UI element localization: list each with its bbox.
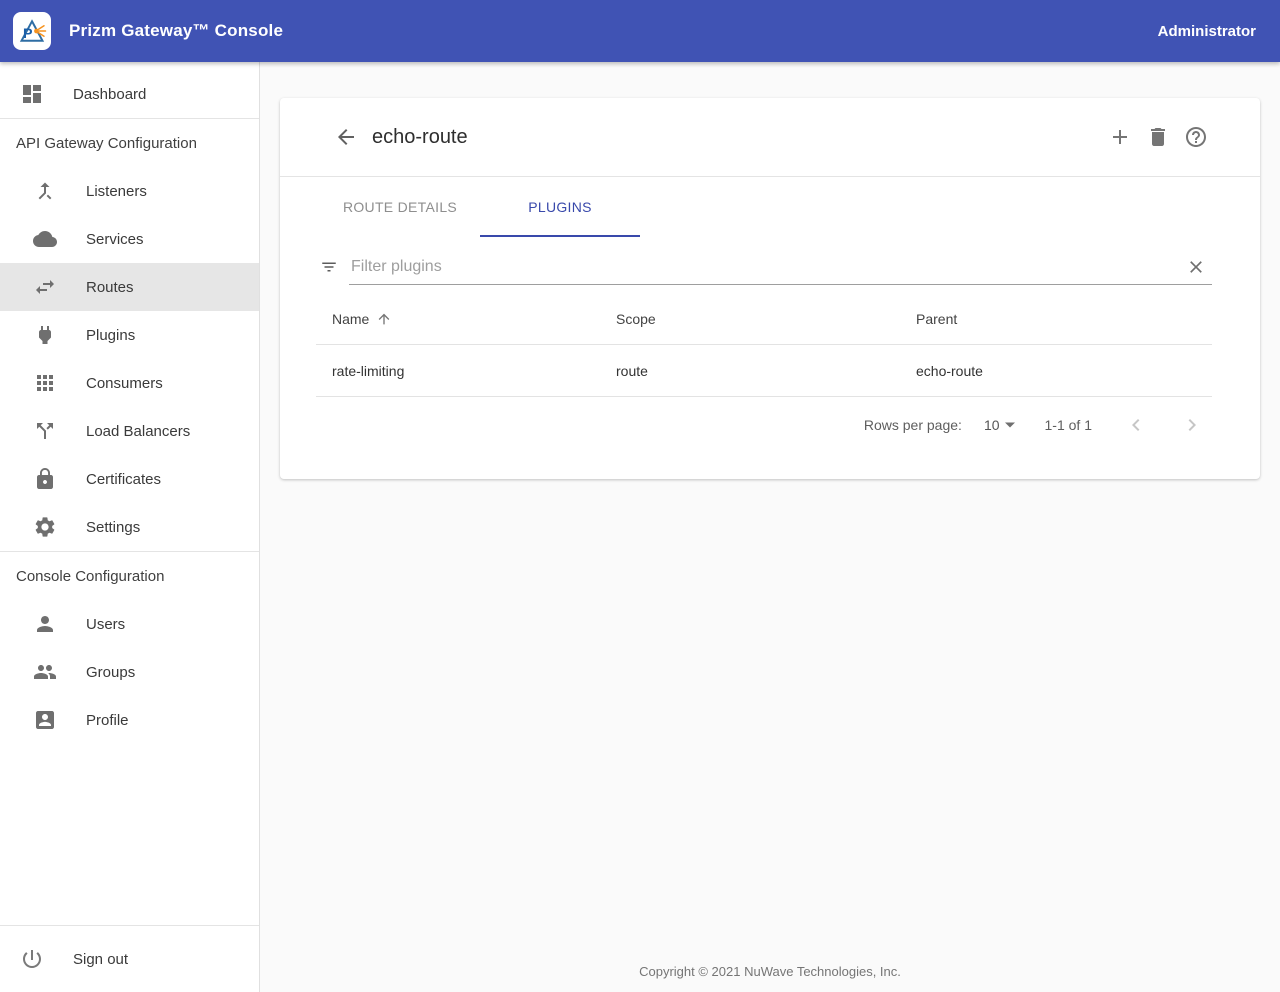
clear-filter-button[interactable] xyxy=(1186,257,1206,277)
help-icon xyxy=(1184,125,1208,149)
delete-route-button[interactable] xyxy=(1146,125,1170,149)
back-button[interactable] xyxy=(334,125,358,149)
tab-bar: ROUTE DETAILS PLUGINS xyxy=(280,177,1260,237)
sidebar-section-api-gateway: API Gateway Configuration xyxy=(0,119,259,167)
sidebar-item-routes[interactable]: Routes xyxy=(0,263,259,311)
topbar: P Prizm Gateway™ Console Administrator xyxy=(0,0,1280,62)
user-menu[interactable]: Administrator xyxy=(1158,23,1256,40)
app-root: P Prizm Gateway™ Console Administrator D… xyxy=(0,0,1280,992)
tab-route-details[interactable]: ROUTE DETAILS xyxy=(320,177,480,237)
rows-per-page-value: 10 xyxy=(984,417,1000,433)
dashboard-icon xyxy=(20,82,44,106)
sign-out-label: Sign out xyxy=(73,951,128,968)
close-icon xyxy=(1186,257,1206,277)
sidebar-item-dashboard[interactable]: Dashboard xyxy=(0,70,259,118)
sidebar-item-label: Dashboard xyxy=(73,86,146,103)
trash-icon xyxy=(1146,125,1170,149)
sidebar-item-label: Settings xyxy=(86,519,140,536)
sidebar-section-console: Console Configuration xyxy=(0,552,259,600)
sidebar-item-label: Profile xyxy=(86,712,129,729)
cell-name: rate-limiting xyxy=(316,363,616,379)
page-range-label: 1-1 of 1 xyxy=(1045,417,1092,433)
table-header-row: Name Scope Parent xyxy=(316,293,1212,345)
paginator: Rows per page: 10 1-1 of 1 xyxy=(280,397,1260,453)
apps-grid-icon xyxy=(33,371,57,395)
cell-scope: route xyxy=(616,363,916,379)
sidebar-item-label: Load Balancers xyxy=(86,423,190,440)
app-logo: P xyxy=(13,12,51,50)
sidebar-item-plugins[interactable]: Plugins xyxy=(0,311,259,359)
filter-row xyxy=(280,237,1260,293)
sidebar-item-label: Services xyxy=(86,231,144,248)
sidebar-item-services[interactable]: Services xyxy=(0,215,259,263)
gear-icon xyxy=(33,515,57,539)
contact-card-icon xyxy=(33,708,57,732)
sidebar-item-users[interactable]: Users xyxy=(0,600,259,648)
rows-per-page-label: Rows per page: xyxy=(864,417,962,433)
call-split-icon xyxy=(33,419,57,443)
caret-down-icon xyxy=(1005,420,1015,430)
column-header-scope[interactable]: Scope xyxy=(616,311,916,327)
power-icon xyxy=(20,947,44,971)
sidebar-item-label: Certificates xyxy=(86,471,161,488)
swap-arrows-icon xyxy=(33,275,57,299)
sidebar-item-label: Groups xyxy=(86,664,135,681)
sidebar-item-settings[interactable]: Settings xyxy=(0,503,259,551)
help-button[interactable] xyxy=(1184,125,1208,149)
tab-plugins[interactable]: PLUGINS xyxy=(480,177,640,237)
app-body: Dashboard API Gateway Configuration List… xyxy=(0,62,1280,992)
person-icon xyxy=(33,612,57,636)
sidebar-item-listeners[interactable]: Listeners xyxy=(0,167,259,215)
sidebar-item-label: Plugins xyxy=(86,327,135,344)
sidebar: Dashboard API Gateway Configuration List… xyxy=(0,62,260,992)
plugins-table: Name Scope Parent rate-limiting route ec… xyxy=(316,293,1212,397)
rows-per-page-select[interactable]: 10 xyxy=(984,417,1015,433)
column-header-name[interactable]: Name xyxy=(316,311,616,327)
sidebar-spacer xyxy=(0,744,259,925)
sidebar-item-load-balancers[interactable]: Load Balancers xyxy=(0,407,259,455)
copyright-footer: Copyright © 2021 NuWave Technologies, In… xyxy=(260,964,1280,992)
sidebar-item-label: Listeners xyxy=(86,183,147,200)
table-row[interactable]: rate-limiting route echo-route xyxy=(316,345,1212,397)
cloud-icon xyxy=(33,227,57,251)
next-page-button[interactable] xyxy=(1180,413,1204,437)
lock-icon xyxy=(33,467,57,491)
main-content: echo-route ROUTE xyxy=(260,62,1280,992)
filter-icon xyxy=(320,258,338,276)
sidebar-item-label: Consumers xyxy=(86,375,163,392)
app-title: Prizm Gateway™ Console xyxy=(69,21,283,41)
route-title: echo-route xyxy=(372,126,468,149)
sidebar-item-groups[interactable]: Groups xyxy=(0,648,259,696)
cell-parent: echo-route xyxy=(916,363,1212,379)
filter-field xyxy=(349,257,1212,285)
column-header-parent[interactable]: Parent xyxy=(916,311,1212,327)
sidebar-item-label: Routes xyxy=(86,279,134,296)
chevron-right-icon xyxy=(1180,413,1204,437)
call-merge-icon xyxy=(33,179,57,203)
svg-text:P: P xyxy=(23,26,33,42)
sidebar-item-profile[interactable]: Profile xyxy=(0,696,259,744)
chevron-left-icon xyxy=(1124,413,1148,437)
filter-plugins-input[interactable] xyxy=(349,257,1186,277)
add-plugin-button[interactable] xyxy=(1108,125,1132,149)
previous-page-button[interactable] xyxy=(1124,413,1148,437)
sidebar-item-consumers[interactable]: Consumers xyxy=(0,359,259,407)
sidebar-item-label: Users xyxy=(86,616,125,633)
prizm-logo-icon: P xyxy=(17,16,47,46)
plug-icon xyxy=(33,323,57,347)
column-header-label: Name xyxy=(332,311,369,327)
arrow-back-icon xyxy=(334,125,358,149)
header-actions xyxy=(1108,125,1208,149)
sidebar-item-certificates[interactable]: Certificates xyxy=(0,455,259,503)
card-header: echo-route xyxy=(280,98,1260,176)
sign-out-button[interactable]: Sign out xyxy=(0,926,259,992)
sort-ascending-icon xyxy=(376,311,392,327)
people-icon xyxy=(33,660,57,684)
plus-icon xyxy=(1108,125,1132,149)
route-card: echo-route ROUTE xyxy=(280,98,1260,479)
